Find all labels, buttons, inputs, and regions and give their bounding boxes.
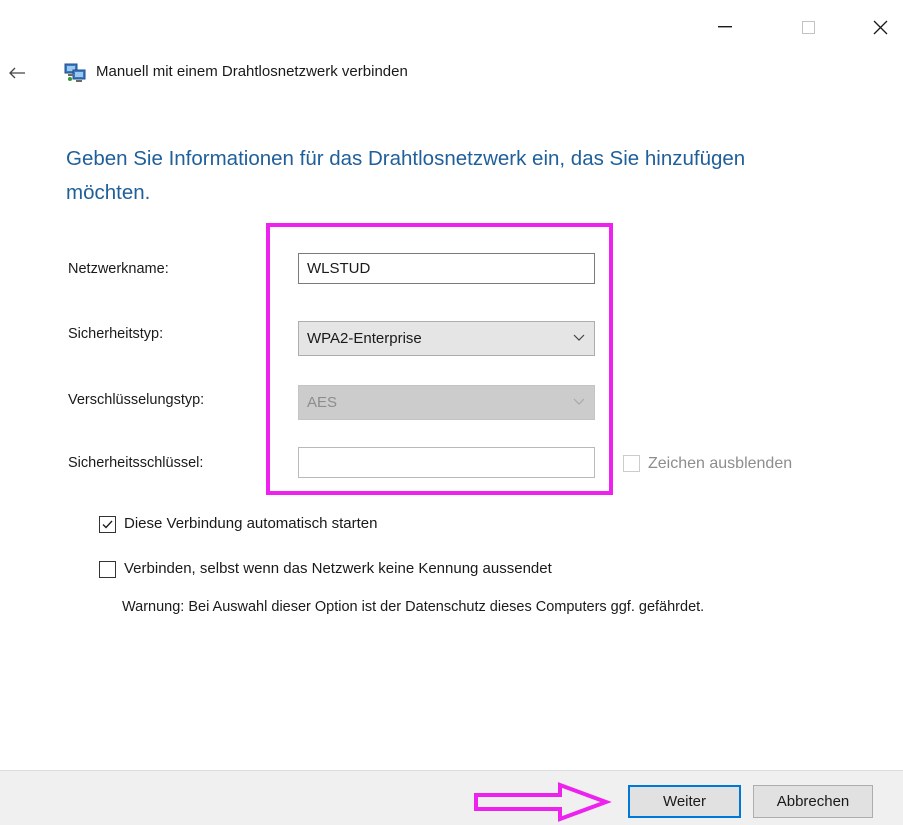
checkmark-icon bbox=[102, 520, 113, 529]
connect-hidden-label: Verbinden, selbst wenn das Netzwerk kein… bbox=[124, 560, 552, 577]
chevron-down-icon bbox=[573, 334, 585, 341]
minimize-icon bbox=[718, 26, 732, 28]
dialog-window: Manuell mit einem Drahtlosnetzwerk verbi… bbox=[0, 0, 903, 825]
encryption-type-select[interactable]: AES bbox=[298, 385, 595, 420]
window-title: Manuell mit einem Drahtlosnetzwerk verbi… bbox=[96, 63, 408, 80]
maximize-button[interactable] bbox=[788, 10, 828, 44]
security-type-select[interactable]: WPA2-Enterprise bbox=[298, 321, 595, 356]
connect-hidden-checkbox[interactable] bbox=[99, 561, 116, 578]
chevron-down-icon bbox=[573, 398, 585, 405]
warning-text: Warnung: Bei Auswahl dieser Option ist d… bbox=[122, 599, 705, 615]
instruction-heading: Geben Sie Informationen für das Drahtlos… bbox=[66, 147, 746, 204]
next-button[interactable]: Weiter bbox=[628, 785, 741, 818]
back-button[interactable] bbox=[6, 62, 28, 84]
hide-characters-label: Zeichen ausblenden bbox=[648, 455, 793, 472]
hide-characters-checkbox[interactable] bbox=[623, 455, 640, 472]
encryption-type-label: Verschlüsselungstyp: bbox=[68, 392, 205, 408]
security-key-label: Sicherheitsschlüssel: bbox=[68, 455, 204, 471]
network-name-input[interactable]: WLSTUD bbox=[298, 253, 595, 284]
network-icon bbox=[64, 63, 86, 82]
maximize-icon bbox=[801, 20, 815, 34]
security-type-label: Sicherheitstyp: bbox=[68, 326, 164, 342]
auto-start-label: Diese Verbindung automatisch starten bbox=[124, 515, 378, 532]
close-icon bbox=[873, 20, 887, 34]
minimize-button[interactable] bbox=[705, 10, 745, 44]
back-arrow-icon bbox=[9, 67, 25, 79]
cancel-button[interactable]: Abbrechen bbox=[753, 785, 873, 818]
security-type-value: WPA2-Enterprise bbox=[307, 330, 422, 347]
network-name-label: Netzwerkname: bbox=[68, 261, 169, 277]
security-key-input[interactable] bbox=[298, 447, 595, 478]
auto-start-checkbox[interactable] bbox=[99, 516, 116, 533]
encryption-type-value: AES bbox=[307, 394, 338, 411]
close-button[interactable] bbox=[860, 10, 900, 44]
